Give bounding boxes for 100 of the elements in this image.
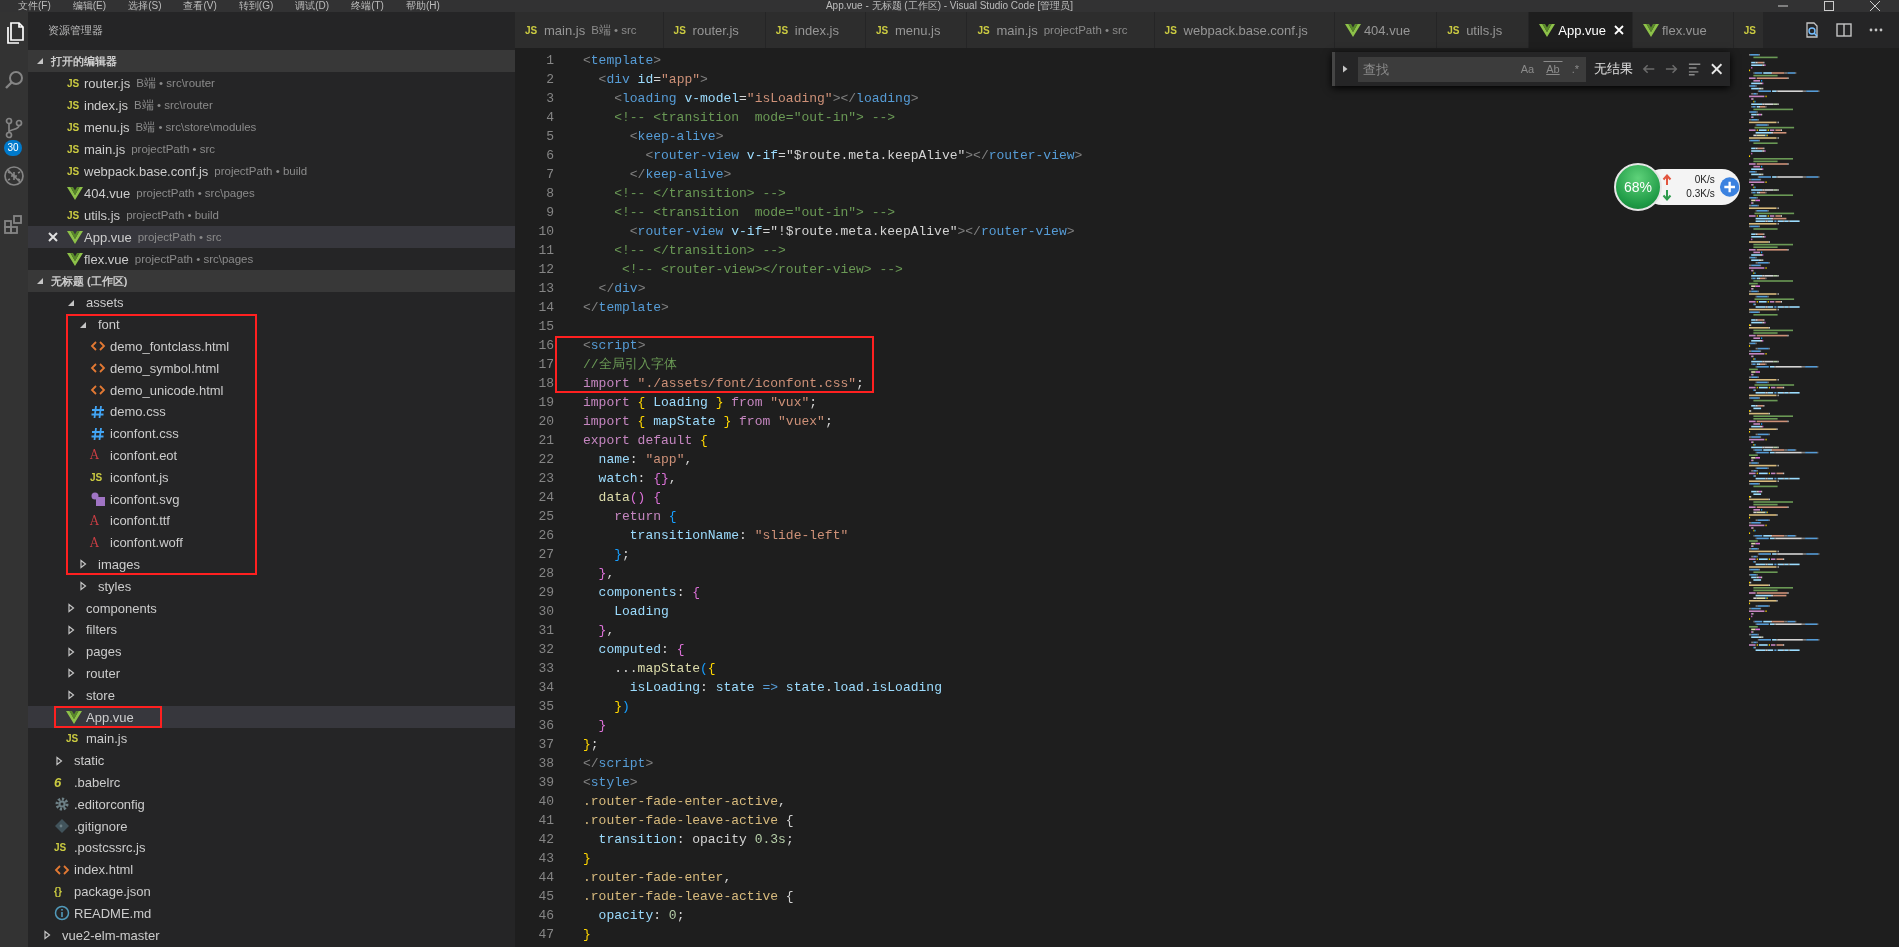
open-editor-item[interactable]: JS utils.js projectPath • build (28, 204, 515, 226)
open-editor-item[interactable]: JS index.js B端 • src\router (28, 94, 515, 116)
close-icon[interactable] (1869, 1, 1881, 11)
menu-item[interactable]: 转到(G) (238, 0, 274, 12)
line-number: 21 (537, 432, 555, 450)
file-type-icon: JS (54, 842, 70, 854)
bug-icon[interactable] (2, 164, 26, 188)
tree-item[interactable]: pages (28, 640, 515, 663)
menu-item[interactable]: 终端(T) (351, 0, 384, 12)
open-editor-item[interactable]: JS router.js B端 • src\router (28, 72, 515, 94)
code-line: <!-- </transition> --> (613, 242, 786, 260)
plus-icon[interactable] (1718, 176, 1740, 198)
menu-item[interactable]: 编辑(E) (72, 0, 107, 12)
tree-item[interactable]: JS .postcssrc.js (28, 836, 515, 859)
file-path: B端 • src\router (134, 97, 213, 113)
tree-item[interactable]: A iconfont.woff (28, 531, 515, 554)
tree-item[interactable]: components (28, 597, 515, 619)
collapsed-arrow-icon[interactable] (78, 581, 88, 592)
tree-item[interactable]: JS main.js (28, 727, 515, 750)
editor-tab[interactable]: JS index.js (765, 12, 866, 48)
file-type-icon: A (90, 448, 106, 463)
editor-tab[interactable]: JS (1733, 12, 1764, 48)
menu-item[interactable]: 帮助(H) (405, 0, 440, 12)
code-line: <!-- <transition mode="out-in"> --> (613, 204, 896, 222)
tree-item[interactable]: font (28, 313, 515, 336)
editor-tab[interactable]: JS router.js (663, 12, 766, 48)
open-editor-item[interactable]: flex.vue projectPath • src\pages (28, 248, 515, 270)
tree-item[interactable]: router (28, 662, 515, 685)
expand-arrow-icon[interactable] (1340, 64, 1350, 74)
close-icon[interactable] (48, 232, 58, 242)
file-path: projectPath • build (126, 209, 219, 221)
open-editor-item[interactable]: JS webpack.base.conf.js projectPath • build (28, 160, 515, 182)
collapsed-arrow-icon[interactable] (42, 930, 52, 940)
editor-tab[interactable]: JS menu.js (865, 12, 968, 48)
expanded-arrow-icon[interactable] (35, 56, 45, 66)
line-number: 10 (537, 223, 555, 241)
tree-item[interactable]: images (28, 553, 515, 576)
line-number: 2 (545, 71, 555, 89)
tree-item[interactable]: iconfont.css (28, 422, 515, 445)
tree-item[interactable]: iconfont.svg (28, 488, 515, 510)
editor-tab[interactable]: App.vue (1529, 12, 1633, 48)
editor-tab[interactable]: JS utils.js (1437, 12, 1530, 48)
tree-item[interactable]: store (28, 684, 515, 707)
editor-tab[interactable]: JS webpack.base.conf.js (1154, 12, 1335, 48)
editor-tab[interactable]: JS main.js projectPath • src (967, 12, 1155, 48)
tree-item[interactable]: assets (28, 292, 515, 314)
code-line: }; (613, 546, 630, 564)
collapsed-arrow-icon[interactable] (66, 603, 76, 614)
lines-icon[interactable] (1687, 61, 1703, 77)
tree-item[interactable]: vue2-elm-master (28, 924, 515, 946)
code-line: isLoading: state => state.load.isLoading (628, 679, 942, 697)
open-editor-item[interactable]: App.vue projectPath • src (28, 226, 515, 248)
collapsed-arrow-icon[interactable] (66, 690, 76, 701)
menu-item[interactable]: 文件(F) (18, 0, 51, 12)
editor-tab[interactable]: flex.vue (1632, 12, 1734, 48)
open-editor-item[interactable]: JS main.js projectPath • src (28, 138, 515, 160)
document-search-icon[interactable] (1803, 21, 1821, 39)
tree-item[interactable]: {} package.json (28, 880, 515, 903)
editor-tab[interactable]: 404.vue (1334, 12, 1438, 48)
tree-item[interactable]: demo_fontclass.html (28, 335, 515, 358)
collapsed-arrow-icon[interactable] (54, 755, 64, 766)
close-icon[interactable] (1710, 63, 1722, 75)
editor-tab[interactable]: JS main.js B端 • src (515, 12, 664, 48)
section-header[interactable]: 无标题 (工作区) (28, 270, 515, 292)
code-line: export default { (583, 432, 708, 450)
code-line: transitionName: "slide-left" (628, 527, 849, 545)
menu-item[interactable]: 查看(V) (183, 0, 217, 12)
tree-item[interactable]: .editorconfig (28, 793, 515, 816)
arrow-down-icon (1662, 188, 1672, 201)
v-logo-icon (67, 251, 83, 267)
open-editor-item[interactable]: JS menu.js B端 • src\store\modules (28, 116, 515, 138)
expanded-arrow-icon[interactable] (35, 276, 45, 286)
section-header[interactable]: 打开的编辑器 (28, 50, 515, 72)
line-number: 39 (537, 774, 555, 792)
code-line: } (583, 850, 591, 868)
tree-item[interactable]: static (28, 749, 515, 772)
collapsed-arrow-icon[interactable] (78, 559, 88, 570)
menu-item[interactable]: 选择(S) (128, 0, 162, 12)
tree-item[interactable]: .gitignore (28, 815, 515, 837)
tree-item[interactable]: README.md (28, 902, 515, 925)
open-editor-item[interactable]: 404.vue projectPath • src\pages (28, 182, 515, 204)
tree-item[interactable]: demo_unicode.html (28, 379, 515, 401)
tree-item[interactable]: A iconfont.eot (28, 444, 515, 467)
tree-item[interactable]: A iconfont.ttf (28, 509, 515, 532)
code-line: }) (613, 698, 630, 716)
split-editor-icon[interactable] (1835, 21, 1853, 39)
tree-item[interactable]: 6 .babelrc (28, 771, 515, 794)
maximize-icon[interactable] (1823, 1, 1835, 11)
menu-item[interactable]: 调试(D) (295, 0, 330, 12)
collapsed-arrow-icon[interactable] (66, 668, 76, 679)
tree-item[interactable]: App.vue (28, 706, 515, 728)
collapsed-arrow-icon[interactable] (66, 646, 76, 657)
tree-item[interactable]: demo_symbol.html (28, 357, 515, 380)
tree-item[interactable]: styles (28, 575, 515, 598)
collapsed-arrow-icon[interactable] (66, 624, 76, 635)
tree-item[interactable]: JS iconfont.js (28, 466, 515, 489)
tree-item[interactable]: index.html (28, 858, 515, 881)
tree-item[interactable]: demo.css (28, 401, 515, 423)
code-line: name: "app", (597, 451, 693, 469)
tree-item[interactable]: filters (28, 618, 515, 641)
